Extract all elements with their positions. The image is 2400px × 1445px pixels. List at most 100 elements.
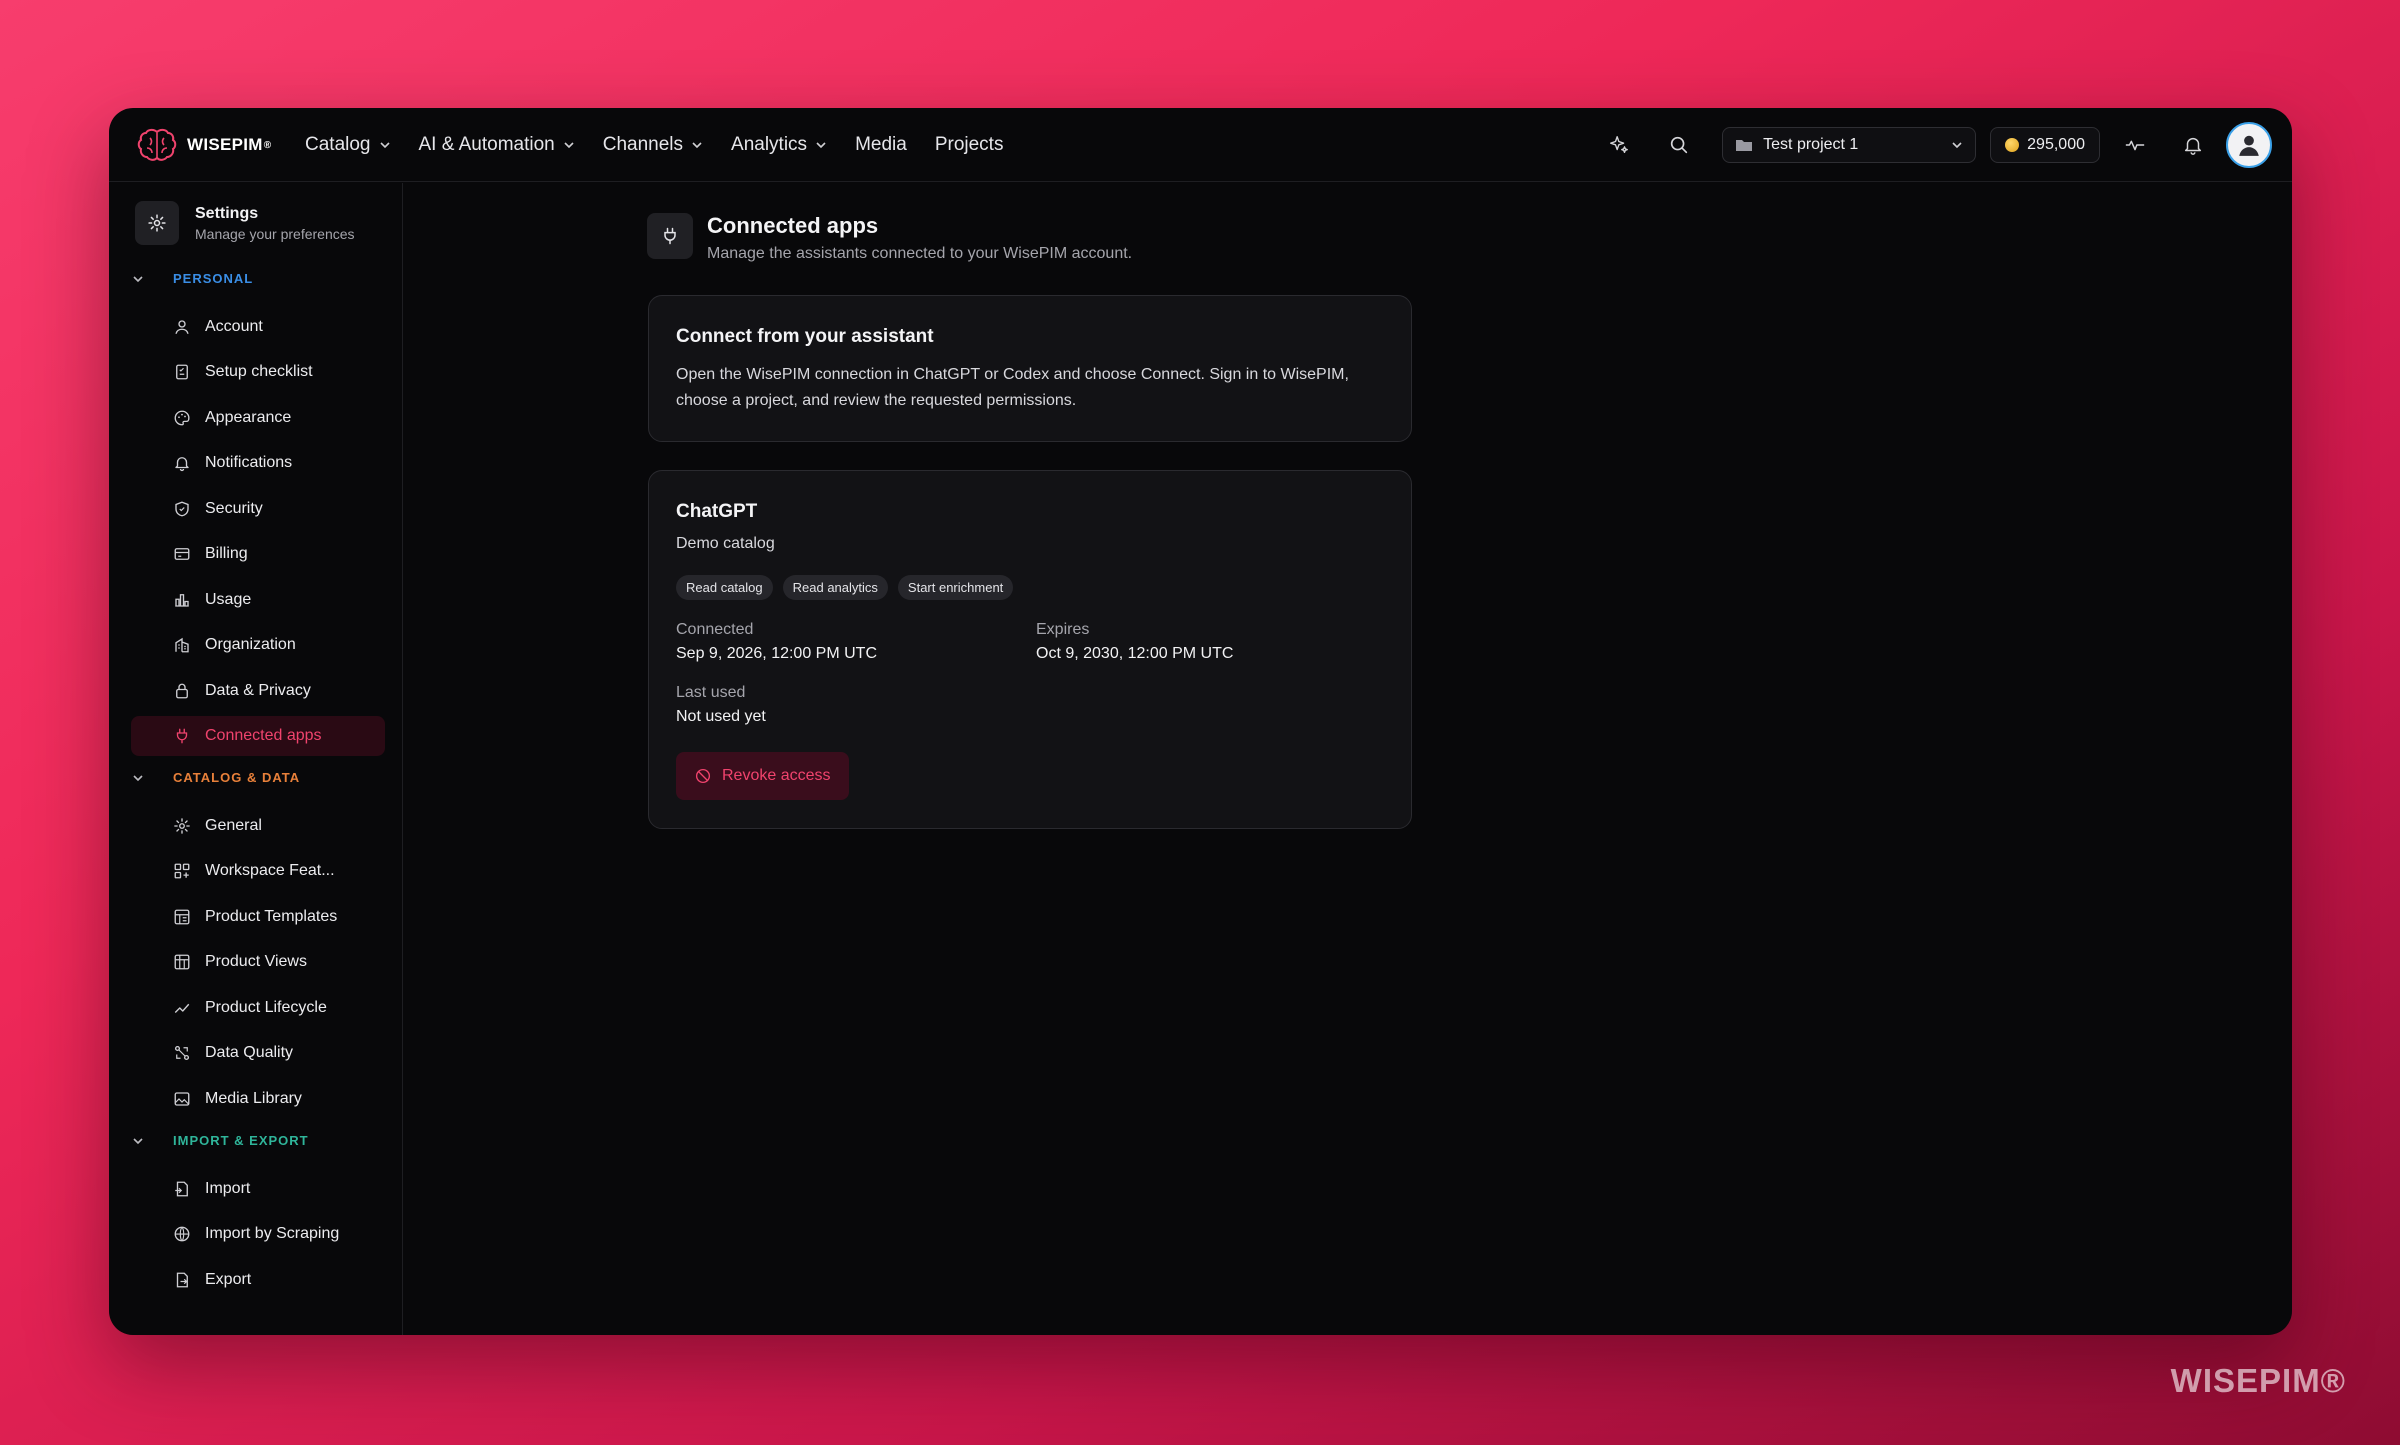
sidebar-item-label: Data & Privacy — [205, 682, 311, 699]
globe-icon — [174, 1226, 190, 1242]
sidebar-item-notifications[interactable]: Notifications — [131, 443, 385, 483]
ai-assistant-button[interactable] — [1596, 122, 1642, 168]
settings-subtitle: Manage your preferences — [195, 225, 355, 242]
last-used-label: Last used — [676, 684, 746, 701]
section-catalog-data-toggle[interactable]: CATALOG & DATA — [131, 770, 300, 785]
activity-icon — [2125, 140, 2145, 151]
sidebar-item-organization[interactable]: Organization — [131, 625, 385, 665]
sidebar-item-import[interactable]: Import — [131, 1169, 385, 1209]
connect-card-body: Open the WisePIM connection in ChatGPT o… — [676, 366, 1349, 409]
section-catalog-data-label: CATALOG & DATA — [173, 770, 301, 785]
revoke-access-label: Revoke access — [722, 767, 831, 784]
page-subtitle: Manage the assistants connected to your … — [707, 245, 1133, 262]
sidebar-item-import-by-scraping[interactable]: Import by Scraping — [131, 1214, 385, 1254]
brand-watermark: WISEPIM® — [2170, 1362, 2346, 1399]
credits-badge[interactable]: 295,000 — [1990, 127, 2100, 163]
page-header: Connected apps Manage the assistants con… — [647, 213, 1132, 263]
nav-channels[interactable]: Channels — [603, 134, 703, 156]
sidebar-item-label: Product Views — [205, 953, 307, 970]
nav-channels-label: Channels — [602, 134, 684, 155]
section-personal-toggle[interactable]: PERSONAL — [131, 271, 253, 286]
project-selector-value: Test project 1 — [1763, 136, 1859, 153]
sidebar-item-label: Security — [205, 500, 263, 517]
sidebar-item-data-privacy[interactable]: Data & Privacy — [131, 671, 385, 711]
sidebar-item-label: Notifications — [205, 454, 293, 471]
settings-title: Settings — [195, 204, 259, 222]
search-button[interactable] — [1656, 122, 1702, 168]
sidebar-item-usage[interactable]: Usage — [131, 580, 385, 620]
notifications-button[interactable] — [2170, 122, 2216, 168]
folder-icon — [1736, 140, 1753, 151]
sidebar-item-setup-checklist[interactable]: Setup checklist — [131, 352, 385, 392]
nav-media[interactable]: Media — [855, 134, 907, 156]
palette-icon — [174, 410, 190, 426]
file-export-icon — [176, 1272, 188, 1288]
credit-card-icon — [174, 548, 190, 560]
sidebar-item-security[interactable]: Security — [131, 489, 385, 529]
sidebar-item-workspace-features[interactable]: Workspace Feat... — [131, 851, 385, 891]
sidebar-item-product-lifecycle[interactable]: Product Lifecycle — [131, 988, 385, 1028]
coin-icon — [2005, 138, 2020, 152]
expires-meta: Expires Oct 9, 2030, 12:00 PM UTC — [1036, 621, 1233, 663]
sidebar-item-billing[interactable]: Billing — [131, 534, 385, 574]
revoke-access-button[interactable]: Revoke access — [676, 752, 849, 800]
nav-catalog[interactable]: Catalog — [305, 134, 391, 156]
nav-ai-automation[interactable]: AI & Automation — [419, 134, 575, 156]
app-name: ChatGPT — [676, 501, 758, 522]
sidebar-item-account[interactable]: Account — [131, 307, 385, 347]
chevron-down-icon — [133, 1137, 143, 1144]
main-nav: Catalog AI & Automation Channels Analyti… — [305, 108, 1003, 182]
sidebar-item-appearance[interactable]: Appearance — [131, 398, 385, 438]
brand-name: WISEPIM — [187, 135, 263, 154]
sidebar-item-media-library[interactable]: Media Library — [131, 1079, 385, 1119]
settings-sidebar: Settings Manage your preferences PERSONA… — [109, 183, 403, 1335]
sidebar-item-product-templates[interactable]: Product Templates — [131, 897, 385, 937]
sidebar-item-export[interactable]: Export — [131, 1260, 385, 1300]
nav-projects-label: Projects — [934, 134, 1004, 155]
chevron-down-icon — [816, 142, 826, 149]
brain-logo-icon — [137, 128, 177, 161]
chevron-down-icon — [379, 142, 390, 149]
last-used-value: Not used yet — [676, 708, 766, 725]
credits-value: 295,000 — [2027, 136, 2085, 153]
page-title: Connected apps — [707, 213, 879, 238]
gear-icon — [148, 214, 166, 232]
bell-icon — [175, 457, 189, 472]
sidebar-item-label: Export — [205, 1271, 252, 1288]
sidebar-item-product-views[interactable]: Product Views — [131, 942, 385, 982]
image-icon — [174, 1092, 190, 1106]
scope-chip: Read catalog — [676, 575, 773, 600]
chevron-down-icon — [1952, 142, 1962, 149]
scope-chips: Read catalog Read analytics Start enrich… — [676, 575, 1384, 600]
project-selector[interactable]: Test project 1 — [1722, 127, 1977, 163]
brand-registered-mark: ® — [263, 139, 272, 151]
app-window: WISEPIM ® Catalog AI & Automation Channel… — [109, 108, 2292, 1335]
search-icon — [1670, 136, 1688, 154]
template-icon — [174, 909, 190, 925]
connect-instructions-card: Connect from your assistant Open the Wis… — [648, 295, 1412, 442]
sparkles-icon — [1610, 136, 1629, 154]
nav-analytics[interactable]: Analytics — [731, 134, 827, 156]
nav-projects[interactable]: Projects — [935, 134, 1004, 156]
sidebar-item-connected-apps[interactable]: Connected apps — [131, 716, 385, 756]
sidebar-item-label: Product Lifecycle — [205, 999, 327, 1016]
file-import-icon — [175, 1181, 188, 1197]
trend-icon — [174, 1003, 190, 1013]
sidebar-item-general[interactable]: General — [131, 806, 385, 846]
gear-icon — [174, 818, 190, 834]
connected-meta: Connected Sep 9, 2026, 12:00 PM UTC — [676, 621, 877, 663]
user-avatar[interactable] — [2226, 122, 2272, 168]
bar-chart-icon — [175, 594, 189, 607]
chevron-down-icon — [564, 142, 574, 149]
grid-plus-icon — [174, 863, 190, 879]
sidebar-item-label: General — [205, 817, 262, 834]
brand-logo[interactable]: WISEPIM ® — [137, 126, 271, 164]
sidebar-item-data-quality[interactable]: Data Quality — [131, 1033, 385, 1073]
user-icon — [175, 320, 189, 334]
activity-button[interactable] — [2112, 122, 2158, 168]
sidebar-item-label: Setup checklist — [205, 363, 313, 380]
section-import-export-toggle[interactable]: IMPORT & EXPORT — [131, 1133, 309, 1148]
ban-icon — [695, 768, 711, 784]
sidebar-item-label: Import — [205, 1180, 251, 1197]
sidebar-item-label: Media Library — [205, 1090, 302, 1107]
